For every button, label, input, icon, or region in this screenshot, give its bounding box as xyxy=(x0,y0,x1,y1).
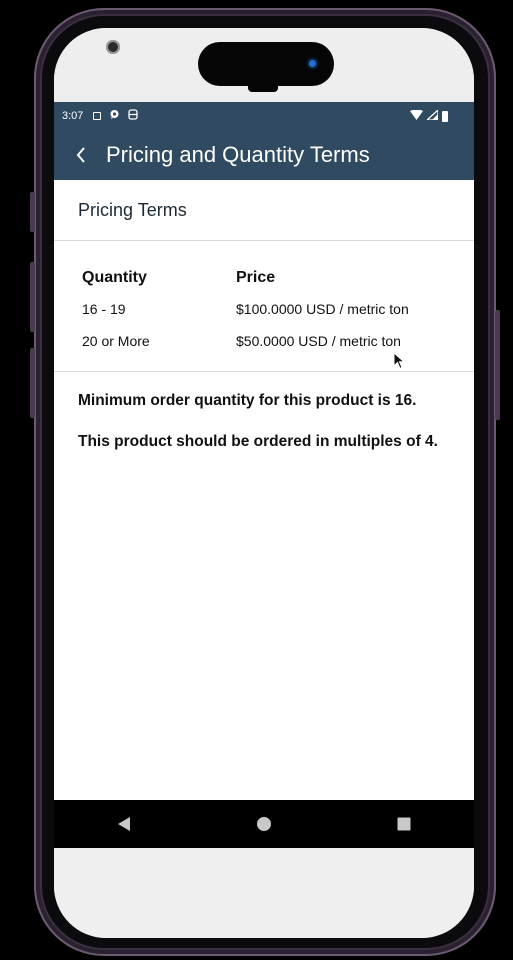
system-nav-bar xyxy=(54,800,474,848)
signal-icon xyxy=(425,108,439,123)
bottom-bezel xyxy=(54,848,474,938)
order-notes: Minimum order quantity for this product … xyxy=(54,372,474,452)
triangle-back-icon xyxy=(118,817,130,831)
circle-home-icon xyxy=(257,817,271,831)
lens-icon xyxy=(309,60,316,67)
island-notch xyxy=(248,84,278,92)
battery-icon xyxy=(442,110,448,122)
pricing-table: Quantity Price 16 - 19 $100.0000 USD / m… xyxy=(54,241,474,372)
nav-recents-button[interactable] xyxy=(384,804,424,844)
title-row: Pricing and Quantity Terms xyxy=(68,138,370,172)
page-title: Pricing and Quantity Terms xyxy=(106,142,370,167)
phone-screen: 3:07 Pricing and Quantity Terms Pricing … xyxy=(54,28,474,938)
square-recents-icon xyxy=(397,817,411,831)
sim-icon xyxy=(128,108,139,124)
wifi-icon xyxy=(410,109,423,123)
status-bar: 3:07 xyxy=(62,106,466,126)
nav-home-button[interactable] xyxy=(244,804,284,844)
volume-down-button xyxy=(30,348,35,418)
multiples-note: This product should be ordered in multip… xyxy=(78,433,438,450)
top-bezel xyxy=(54,28,474,102)
app-bar: 3:07 Pricing and Quantity Terms xyxy=(54,102,474,180)
chat-bubble-icon xyxy=(109,109,120,124)
minimum-order-note: Minimum order quantity for this product … xyxy=(78,392,417,409)
power-button xyxy=(495,310,500,420)
a-box-icon xyxy=(93,112,102,120)
dynamic-island xyxy=(198,42,334,92)
table-row: 16 - 19 $100.0000 USD / metric ton xyxy=(82,293,474,325)
volume-up-button xyxy=(30,262,35,332)
mouse-cursor-icon xyxy=(393,351,406,375)
price-cell: $50.0000 USD / metric ton xyxy=(236,333,401,349)
silent-switch xyxy=(30,192,35,232)
quantity-cell: 16 - 19 xyxy=(82,301,126,317)
table-row: 20 or More $50.0000 USD / metric ton xyxy=(82,325,474,357)
status-time: 3:07 xyxy=(62,110,84,122)
chevron-left-icon xyxy=(76,147,85,163)
section-title: Pricing Terms xyxy=(54,180,474,241)
nav-back-button[interactable] xyxy=(104,804,144,844)
price-cell: $100.0000 USD / metric ton xyxy=(236,301,409,317)
back-button[interactable] xyxy=(68,138,94,172)
column-header-quantity: Quantity xyxy=(82,269,147,286)
table-header-row: Quantity Price xyxy=(82,263,474,293)
page: 3:07 Pricing and Quantity Terms Pricing … xyxy=(0,0,513,960)
content-area: Pricing Terms Quantity Price 16 - 19 $10… xyxy=(54,180,474,800)
camera-icon xyxy=(106,40,120,54)
quantity-cell: 20 or More xyxy=(82,333,150,349)
column-header-price: Price xyxy=(236,269,276,286)
